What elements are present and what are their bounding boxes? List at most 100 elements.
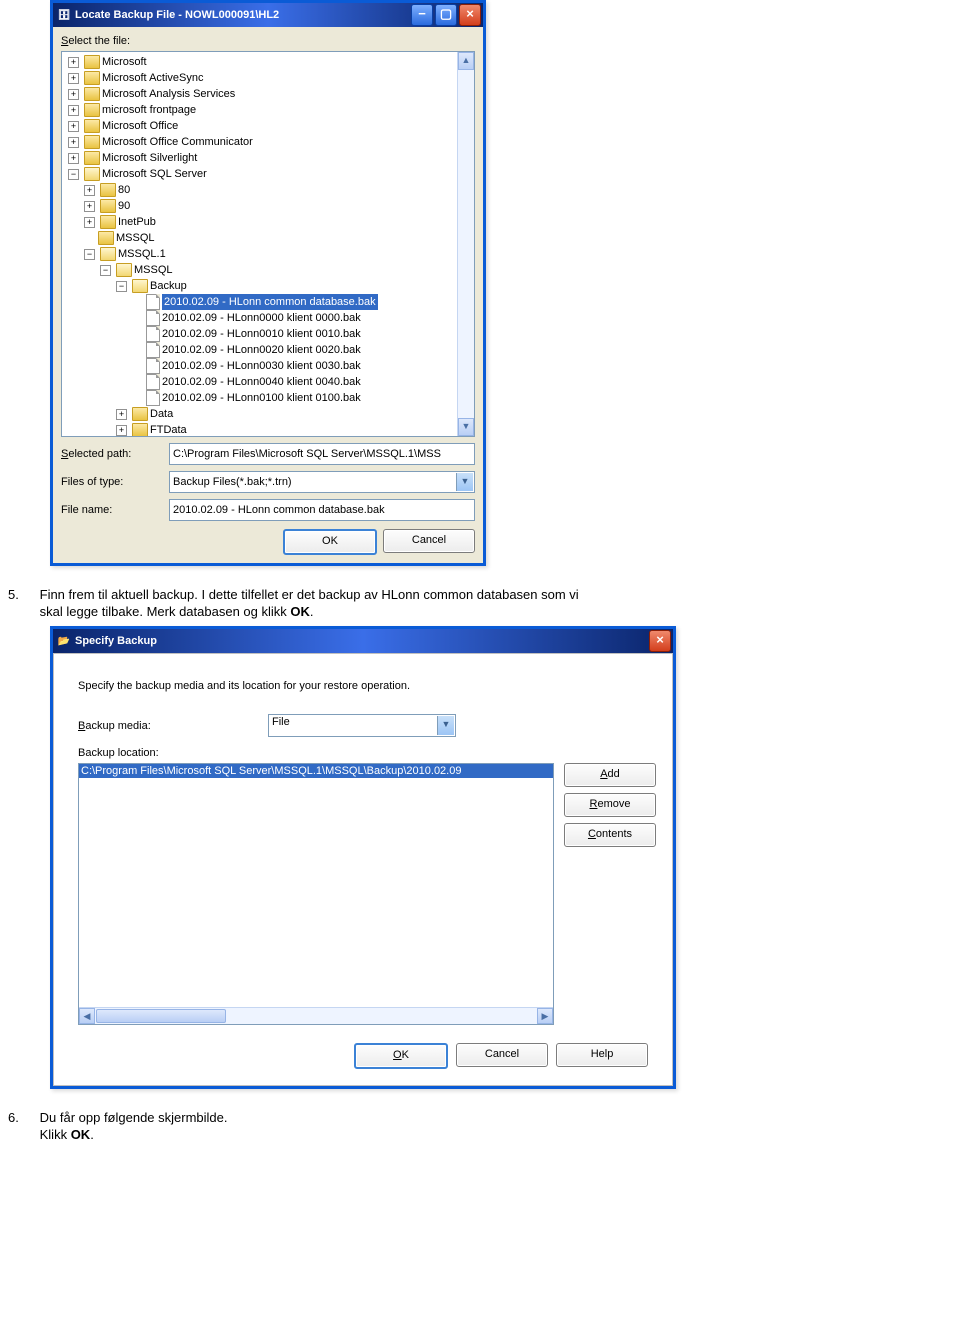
tree-label: 2010.02.09 - HLonn0040 klient 0040.bak — [162, 374, 361, 390]
collapse-icon[interactable]: − — [84, 249, 95, 260]
file-name-input[interactable]: 2010.02.09 - HLonn common database.bak — [169, 499, 475, 521]
ok-button[interactable]: OK — [354, 1043, 448, 1069]
file-icon — [146, 390, 160, 406]
cancel-button[interactable]: Cancel — [456, 1043, 548, 1067]
tree-folder[interactable]: MSSQL — [84, 230, 472, 246]
tree-label: MSSQL — [134, 262, 173, 278]
tree-label: 2010.02.09 - HLonn0020 klient 0020.bak — [162, 342, 361, 358]
minimize-button[interactable]: − — [411, 4, 433, 26]
tree-folder[interactable]: +Microsoft ActiveSync — [68, 70, 472, 86]
add-button[interactable]: Add — [564, 763, 656, 787]
window-title: Locate Backup File - NOWL000091\HL2 — [75, 9, 411, 21]
tree-file[interactable]: 2010.02.09 - HLonn0030 klient 0030.bak — [132, 358, 472, 374]
expand-icon[interactable]: + — [116, 409, 127, 420]
cancel-button[interactable]: Cancel — [383, 529, 475, 553]
tree-folder[interactable]: + InetPub — [84, 214, 472, 230]
tree-file[interactable]: 2010.02.09 - HLonn common database.bak — [132, 294, 472, 310]
file-tree[interactable]: +Microsoft+Microsoft ActiveSync+Microsof… — [61, 51, 475, 437]
maximize-button[interactable]: ▢ — [435, 4, 457, 26]
expand-icon[interactable]: + — [68, 89, 79, 100]
tree-label: InetPub — [118, 214, 156, 230]
expand-icon[interactable]: + — [84, 201, 95, 212]
folder-icon — [84, 151, 100, 165]
tree-label: 2010.02.09 - HLonn0010 klient 0010.bak — [162, 326, 361, 342]
expand-icon[interactable]: + — [68, 57, 79, 68]
tree-folder[interactable]: +80 — [84, 182, 472, 198]
scroll-thumb[interactable] — [96, 1009, 226, 1023]
folder-icon — [100, 183, 116, 197]
tree-file[interactable]: 2010.02.09 - HLonn0040 klient 0040.bak — [132, 374, 472, 390]
close-button[interactable]: × — [459, 4, 481, 26]
tree-folder[interactable]: +Microsoft — [68, 54, 472, 70]
scroll-down-icon[interactable]: ▼ — [458, 418, 474, 436]
spacer — [132, 378, 141, 387]
scroll-left-icon[interactable]: ◀ — [79, 1008, 95, 1024]
expand-icon[interactable]: + — [68, 105, 79, 116]
tree-file[interactable]: 2010.02.09 - HLonn0020 klient 0020.bak — [132, 342, 472, 358]
tree-label: Microsoft Office Communicator — [102, 134, 253, 150]
tree-folder[interactable]: +Microsoft Analysis Services — [68, 86, 472, 102]
backup-location-list[interactable]: C:\Program Files\Microsoft SQL Server\MS… — [78, 763, 554, 1025]
tree-folder[interactable]: + FTData — [116, 422, 472, 437]
folder-icon — [98, 231, 114, 245]
tree-label: 2010.02.09 - HLonn0030 klient 0030.bak — [162, 358, 361, 374]
expand-icon[interactable]: + — [68, 137, 79, 148]
h-scrollbar[interactable]: ◀ ▶ — [79, 1007, 553, 1024]
file-name-label: File name: — [61, 504, 161, 516]
tree-folder[interactable]: +Microsoft Office — [68, 118, 472, 134]
chevron-down-icon[interactable]: ▼ — [437, 716, 454, 735]
tree-file[interactable]: 2010.02.09 - HLonn0100 klient 0100.bak — [132, 390, 472, 406]
folder-icon — [100, 215, 116, 229]
backup-media-combo[interactable]: File ▼ — [268, 714, 456, 737]
tree-folder[interactable]: −MSSQL.1 — [84, 246, 472, 262]
expand-icon[interactable]: + — [68, 73, 79, 84]
expand-icon[interactable]: + — [84, 217, 95, 228]
tree-file[interactable]: 2010.02.09 - HLonn0000 klient 0000.bak — [132, 310, 472, 326]
tree-folder[interactable]: +microsoft frontpage — [68, 102, 472, 118]
expand-icon[interactable]: + — [84, 185, 95, 196]
remove-button[interactable]: Remove — [564, 793, 656, 817]
close-button[interactable]: × — [649, 630, 671, 652]
contents-button[interactable]: Contents — [564, 823, 656, 847]
scroll-right-icon[interactable]: ▶ — [537, 1008, 553, 1024]
titlebar[interactable]: 📂 Specify Backup × — [53, 629, 673, 653]
folder-icon — [132, 407, 148, 421]
ok-button[interactable]: OK — [283, 529, 377, 555]
expand-icon[interactable]: + — [68, 153, 79, 164]
tree-folder[interactable]: +90 — [84, 198, 472, 214]
files-of-type-combo[interactable]: Backup Files(*.bak;*.trn) ▼ — [169, 471, 475, 493]
scroll-up-icon[interactable]: ▲ — [458, 52, 474, 70]
app-icon: 🗄 — [57, 8, 71, 22]
tree-file[interactable]: 2010.02.09 - HLonn0010 klient 0010.bak — [132, 326, 472, 342]
tree-folder[interactable]: +Data — [116, 406, 472, 422]
folder-icon — [84, 55, 100, 69]
tree-scrollbar[interactable]: ▲ ▼ — [457, 52, 474, 436]
locate-backup-dialog: 🗄 Locate Backup File - NOWL000091\HL2 − … — [50, 0, 486, 566]
folder-icon — [84, 71, 100, 85]
titlebar[interactable]: 🗄 Locate Backup File - NOWL000091\HL2 − … — [53, 3, 483, 27]
list-item[interactable]: C:\Program Files\Microsoft SQL Server\MS… — [79, 764, 553, 778]
collapse-icon[interactable]: − — [100, 265, 111, 276]
selected-path-input[interactable]: C:\Program Files\Microsoft SQL Server\MS… — [169, 443, 475, 465]
folder-icon — [84, 167, 100, 181]
expand-icon[interactable]: + — [68, 121, 79, 132]
chevron-down-icon[interactable]: ▼ — [456, 473, 473, 491]
help-button[interactable]: Help — [556, 1043, 648, 1067]
tree-folder[interactable]: − MSSQL — [100, 262, 472, 278]
file-icon — [146, 342, 160, 358]
app-icon: 📂 — [57, 634, 71, 648]
tree-folder[interactable]: + Microsoft Office Communicator — [68, 134, 472, 150]
tree-folder[interactable]: +Microsoft Silverlight — [68, 150, 472, 166]
tree-folder[interactable]: −Microsoft SQL Server — [68, 166, 472, 182]
tree-label: MSSQL — [116, 230, 155, 246]
expand-icon[interactable]: + — [116, 425, 127, 436]
collapse-icon[interactable]: − — [116, 281, 127, 292]
spacer — [84, 234, 93, 243]
tree-label: 2010.02.09 - HLonn0100 klient 0100.bak — [162, 390, 361, 406]
spacer — [132, 314, 141, 323]
window-title: Specify Backup — [75, 635, 649, 647]
tree-folder[interactable]: −Backup — [116, 278, 472, 294]
collapse-icon[interactable]: − — [68, 169, 79, 180]
spacer — [132, 346, 141, 355]
tree-label: FTData — [150, 422, 187, 437]
